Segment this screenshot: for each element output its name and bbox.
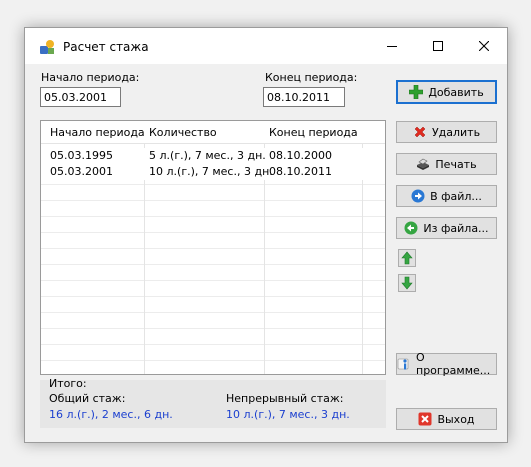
- red-x-icon: [413, 125, 427, 139]
- delete-button[interactable]: Удалить: [396, 121, 497, 143]
- maximize-icon: [433, 41, 443, 51]
- summary-panel: Итого: Общий стаж: 16 л.(г.), 2 мес., 6 …: [40, 377, 386, 428]
- add-button-label: Добавить: [428, 85, 484, 99]
- end-date-label: Конец периода:: [265, 71, 358, 84]
- green-arrow-down-icon: [401, 276, 413, 290]
- cell-end: 08.10.2000: [269, 149, 332, 162]
- print-button[interactable]: Печать: [396, 153, 497, 175]
- close-window-button[interactable]: [461, 28, 507, 64]
- title-bar[interactable]: Расчет стажа: [25, 28, 507, 64]
- about-button[interactable]: О программе...: [396, 351, 497, 377]
- green-arrow-left-icon: [404, 221, 418, 235]
- total-service-label: Общий стаж:: [49, 392, 126, 405]
- to-file-button[interactable]: В файл...: [396, 185, 497, 207]
- exit-button-label: Выход: [437, 412, 475, 426]
- info-icon: [397, 357, 411, 371]
- about-button-label: О программе...: [416, 351, 491, 377]
- green-arrow-up-icon: [401, 251, 413, 265]
- summary-title: Итого:: [49, 377, 87, 390]
- table-row[interactable]: 05.03.2001 10 л.(г.), 7 мес., 3 дн. 08.1…: [41, 164, 385, 180]
- table-row[interactable]: 05.03.1995 5 л.(г.), 7 мес., 3 дн. 08.10…: [41, 148, 385, 164]
- maximize-button[interactable]: [415, 28, 461, 64]
- add-button[interactable]: Добавить: [396, 80, 497, 104]
- close-icon: [479, 41, 489, 51]
- end-date-field[interactable]: [263, 87, 345, 107]
- start-date-field[interactable]: [40, 87, 121, 107]
- main-window: Расчет стажа Начало периода: Конец перио…: [24, 27, 508, 443]
- cell-duration: 5 л.(г.), 7 мес., 3 дн.: [149, 149, 266, 162]
- minimize-button[interactable]: [369, 28, 415, 64]
- periods-table[interactable]: Начало периода Количество Конец периода …: [40, 120, 386, 375]
- header-duration[interactable]: Количество: [149, 126, 217, 139]
- exit-button[interactable]: Выход: [396, 408, 497, 430]
- continuous-service-label: Непрерывный стаж:: [226, 392, 344, 405]
- from-file-button-label: Из файла...: [423, 221, 489, 235]
- cell-end: 08.10.2011: [269, 165, 332, 178]
- app-icon: [39, 39, 55, 55]
- table-header: Начало периода Количество Конец периода: [41, 121, 385, 144]
- cell-duration: 10 л.(г.), 7 мес., 3 дн.: [149, 165, 273, 178]
- cell-start: 05.03.1995: [50, 149, 113, 162]
- green-plus-icon: [409, 85, 424, 99]
- delete-button-label: Удалить: [431, 125, 481, 139]
- printer-icon: [416, 157, 430, 171]
- header-start[interactable]: Начало периода: [50, 126, 145, 139]
- blue-arrow-right-icon: [411, 189, 425, 203]
- from-file-button[interactable]: Из файла...: [396, 217, 497, 239]
- red-x-square-icon: [418, 412, 432, 426]
- header-end[interactable]: Конец периода: [269, 126, 358, 139]
- move-up-button[interactable]: [398, 249, 416, 267]
- window-title: Расчет стажа: [63, 40, 149, 54]
- move-down-button[interactable]: [398, 274, 416, 292]
- minimize-icon: [387, 46, 397, 47]
- start-date-label: Начало периода:: [41, 71, 140, 84]
- print-button-label: Печать: [435, 157, 477, 171]
- total-service-value: 16 л.(г.), 2 мес., 6 дн.: [49, 408, 173, 421]
- continuous-service-value: 10 л.(г.), 7 мес., 3 дн.: [226, 408, 350, 421]
- cell-start: 05.03.2001: [50, 165, 113, 178]
- to-file-button-label: В файл...: [430, 189, 482, 203]
